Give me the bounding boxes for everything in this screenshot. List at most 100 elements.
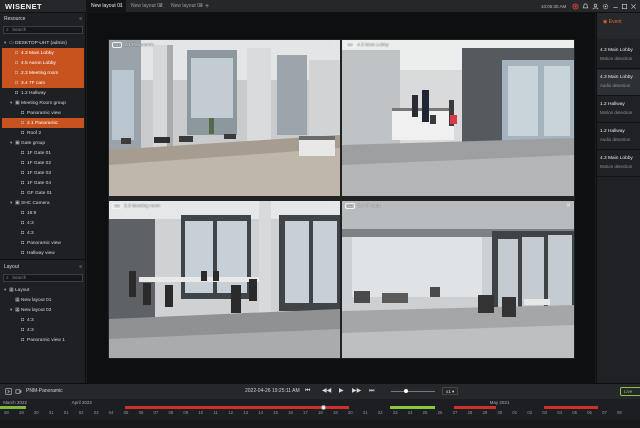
tree-item[interactable]: ◘ 1F Gate 03 bbox=[2, 168, 84, 178]
event-item[interactable]: 4.3 Main Lobby Motion detection bbox=[597, 151, 640, 177]
tree-item[interactable]: ◘ Panoramic view bbox=[2, 238, 84, 248]
event-button-label: Event bbox=[608, 19, 622, 25]
video-grid: SD 2.1 Panoramic ✕ SD 4.3 Main Lobby ✕ S… bbox=[108, 39, 575, 359]
tree-item[interactable]: ◘ 2.3 Meeting room bbox=[2, 68, 84, 78]
close-window-icon[interactable] bbox=[630, 3, 637, 10]
tree-item[interactable]: ◘ 4:3 bbox=[2, 325, 84, 335]
collapse-layout-icon[interactable]: « bbox=[79, 261, 82, 273]
tree-item[interactable]: ◘ 1F Gate 01 bbox=[2, 148, 84, 158]
tree-item-label: 1F Gate 01 bbox=[27, 151, 51, 156]
user-icon[interactable] bbox=[592, 3, 599, 10]
live-button[interactable]: Live bbox=[620, 387, 640, 396]
tree-item[interactable]: ◘ 1F Gate 02 bbox=[2, 158, 84, 168]
tree-item[interactable]: ◘ 4:3 bbox=[2, 218, 84, 228]
day-tick-label: 31 bbox=[48, 410, 54, 415]
skip-forward-icon[interactable]: ⏭ bbox=[369, 384, 374, 399]
close-icon[interactable]: ✕ bbox=[566, 202, 571, 209]
current-layout-name: PNM-Panoramic bbox=[26, 388, 63, 394]
panel-divider bbox=[0, 259, 86, 260]
panel-toggle-icon[interactable] bbox=[5, 388, 12, 395]
tree-item-label: 1F Gate 02 bbox=[27, 161, 51, 166]
tree-item[interactable]: ▾ ▣SHC Camera bbox=[2, 198, 84, 208]
resource-search-input[interactable]: ⌕ Search bbox=[3, 26, 83, 34]
maximize-icon[interactable] bbox=[621, 3, 628, 10]
close-icon[interactable]: ✕ bbox=[119, 0, 123, 13]
tree-item-label: 4.5 Aaron Lobby bbox=[21, 61, 56, 66]
tree-item[interactable]: ◘ 4.3 Main Lobby bbox=[2, 48, 84, 58]
day-tick-label: 01 bbox=[512, 410, 518, 415]
record-icon[interactable] bbox=[572, 3, 579, 10]
speed-slider[interactable] bbox=[391, 391, 435, 392]
timeline-scrollbar[interactable] bbox=[0, 420, 640, 428]
tree-item-label: Gate group bbox=[21, 141, 46, 146]
tree-item[interactable]: ◘ 4:3 bbox=[2, 315, 84, 325]
play-icon[interactable]: ▶ bbox=[339, 384, 344, 399]
tree-item[interactable]: ◘ Hallway view bbox=[2, 248, 84, 258]
tree-item-label: Layout bbox=[15, 288, 30, 293]
event-button[interactable]: ◉ Event bbox=[603, 19, 622, 25]
notification-icon[interactable] bbox=[582, 3, 589, 10]
layout-search-input[interactable]: ⌕ Search bbox=[3, 274, 83, 282]
close-icon[interactable]: ✕ bbox=[332, 202, 337, 209]
search-icon: ⌕ bbox=[6, 27, 9, 33]
search-placeholder: Search bbox=[12, 275, 27, 280]
tree-item[interactable]: ◘ Panoramic view 1 bbox=[2, 335, 84, 345]
collapse-left-icon[interactable]: « bbox=[79, 13, 82, 25]
add-tab-button[interactable]: + bbox=[205, 0, 209, 13]
tree-item[interactable]: ◘ 1F Gate 04 bbox=[2, 178, 84, 188]
day-tick-label: 03 bbox=[542, 410, 548, 415]
video-viewport: SD 2.1 Panoramic ✕ SD 4.3 Main Lobby ✕ S… bbox=[87, 13, 595, 383]
tree-item-label: 1F Gate 03 bbox=[27, 171, 51, 176]
settings-icon[interactable] bbox=[602, 3, 609, 10]
tree-item-label: Hallway view bbox=[27, 251, 55, 256]
rewind-icon[interactable]: ◀◀ bbox=[322, 384, 331, 399]
tab-new-layout-03[interactable]: New layout 03 ✕ bbox=[166, 0, 206, 13]
day-tick-label: 18 bbox=[318, 410, 323, 415]
tree-item[interactable]: ▾ ▭DESKTOP-UHT (admin) bbox=[2, 38, 84, 48]
tree-item[interactable]: ▾ ▦New layout 02 bbox=[2, 305, 84, 315]
event-type: Motion detection bbox=[600, 56, 633, 61]
minimize-icon[interactable] bbox=[612, 3, 619, 10]
event-item[interactable]: 4.3 Main Lobby Audio detection bbox=[597, 70, 640, 96]
close-icon[interactable]: ✕ bbox=[159, 0, 163, 13]
timeline-playhead[interactable] bbox=[320, 405, 326, 410]
camera-name: 2.3 Meeting room bbox=[124, 203, 161, 208]
tree-item[interactable]: ◘ 3.4 7F cam bbox=[2, 78, 84, 88]
tree-item[interactable]: ◘ 16:9 bbox=[2, 208, 84, 218]
speed-slider-thumb[interactable] bbox=[404, 389, 409, 393]
tree-item[interactable]: ◘ 2.1 Panoramic bbox=[2, 118, 84, 128]
video-tile-panoramic[interactable]: SD 2.1 Panoramic ✕ bbox=[109, 40, 340, 196]
tree-item[interactable]: ◘ GF Gate 01 bbox=[2, 188, 84, 198]
tree-item[interactable]: ▾ ▣Gate group bbox=[2, 138, 84, 148]
tree-item[interactable]: ◘ Roof 2 bbox=[2, 128, 84, 138]
tree-item[interactable]: ◘ 4:3 bbox=[2, 228, 84, 238]
close-icon[interactable]: ✕ bbox=[332, 41, 337, 48]
stream-badge: SD bbox=[345, 42, 356, 48]
event-item[interactable]: 4.3 Main Lobby Motion detection bbox=[597, 43, 640, 69]
tree-item[interactable]: ▾ ▦Layout bbox=[2, 285, 84, 295]
camera-feed-image bbox=[109, 201, 340, 358]
skip-back-icon[interactable]: ⏮ bbox=[305, 384, 310, 399]
video-tile-meeting-room[interactable]: SD 2.3 Meeting room ✕ bbox=[109, 201, 340, 358]
tab-new-layout-01[interactable]: New layout 01 ✕ bbox=[86, 0, 126, 13]
tree-item[interactable]: ◘ 4.5 Aaron Lobby bbox=[2, 58, 84, 68]
video-tile-main-lobby[interactable]: SD 4.3 Main Lobby ✕ bbox=[342, 40, 574, 196]
close-icon[interactable]: ✕ bbox=[199, 0, 203, 13]
search-placeholder: Search bbox=[12, 27, 27, 32]
title-bar: WISENET New layout 01 ✕ New layout 02 ✕ … bbox=[0, 0, 640, 13]
speed-select[interactable]: x1 ▾ bbox=[442, 387, 459, 395]
tree-item[interactable]: ▦New layout 01 bbox=[2, 295, 84, 305]
fast-forward-icon[interactable]: ▶▶ bbox=[352, 384, 361, 399]
timeline-days[interactable]: 28 29 30 31 01 02 03 04 05 06 07 08 09 10 11 12 13 14 15 16… bbox=[0, 408, 640, 420]
tree-item-label: SHC Camera bbox=[21, 201, 50, 206]
tree-item[interactable]: ▾ ▣Meeting Room group bbox=[2, 98, 84, 108]
tree-item-label: New layout 01 bbox=[21, 298, 52, 303]
playback-datetime[interactable]: 2022-04-26 19:25:11 AM bbox=[245, 384, 300, 399]
video-tile-7f-cam[interactable]: SD 3.4 7F cam ✕ bbox=[342, 201, 574, 358]
event-item[interactable]: 1.2 Hallway Audio detection bbox=[597, 124, 640, 150]
tree-item[interactable]: ◘ Panoramic view bbox=[2, 108, 84, 118]
close-icon[interactable]: ✕ bbox=[566, 41, 571, 48]
event-item[interactable]: 1.2 Hallway Motion detection bbox=[597, 97, 640, 123]
tree-item[interactable]: ◘ 1.2 Hallway bbox=[2, 88, 84, 98]
tab-new-layout-02[interactable]: New layout 02 ✕ bbox=[126, 0, 166, 13]
